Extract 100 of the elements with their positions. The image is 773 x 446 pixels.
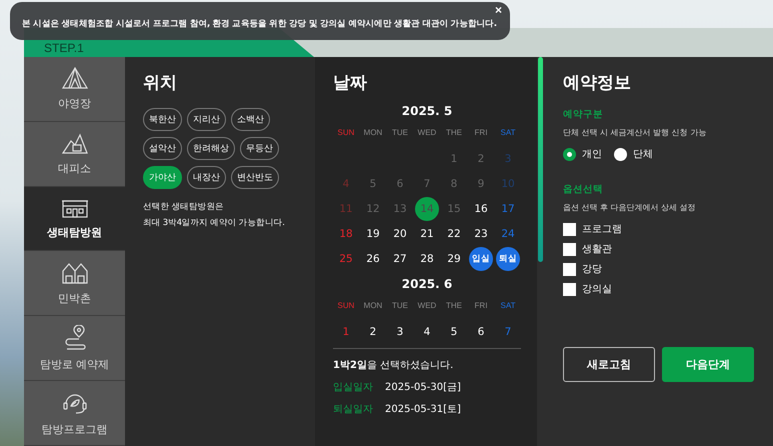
location-chip[interactable]: 설악산: [143, 137, 182, 160]
month-title: 2025. 5: [400, 104, 454, 118]
calendar-day: 10: [496, 172, 520, 196]
weekday-label: SUN: [336, 128, 356, 139]
calendar-day[interactable]: 26: [361, 247, 385, 271]
sidebar-item[interactable]: 민박촌: [24, 251, 125, 316]
weekday-label: SAT: [500, 301, 516, 312]
group-hint: 옵션 선택 후 다음단계에서 상세 설정: [563, 202, 697, 213]
checkbox[interactable]: [563, 282, 576, 296]
month-title: 2025. 6: [400, 277, 454, 291]
calendar-day: 9: [469, 172, 493, 196]
calendar-day: 7: [415, 172, 439, 196]
weekday-label: FRI: [474, 128, 488, 139]
date-value: 2025-05-30[금]: [385, 381, 461, 394]
calendar-day[interactable]: 19: [361, 222, 385, 246]
date-label: 입실일자: [333, 381, 373, 394]
calendar-day: 13: [388, 197, 412, 221]
radio-icon[interactable]: [614, 148, 627, 160]
date-value: 2025-05-31[토]: [385, 403, 461, 416]
calendar-day[interactable]: 3: [388, 320, 412, 344]
calendar-day[interactable]: 5: [442, 320, 466, 344]
weekday-label: THE: [445, 128, 463, 139]
location-chip[interactable]: 무등산: [240, 137, 279, 160]
checkbox[interactable]: [563, 262, 576, 276]
sidebar-item[interactable]: 탐방로 예약제: [24, 316, 125, 382]
checkbox-option[interactable]: 강의실: [563, 282, 755, 296]
location-note: 선택한 생태탐방원은 최대 3박4일까지 예약이 가능합니다.: [143, 201, 285, 230]
section-title: 예약정보: [563, 72, 632, 94]
calendar-day[interactable]: 22: [442, 222, 466, 246]
scrollbar-thumb[interactable]: [538, 57, 543, 262]
weekday-label: THE: [445, 301, 463, 312]
calendar-day[interactable]: 21: [415, 222, 439, 246]
calendar-day: 15: [442, 197, 466, 221]
calendar-day[interactable]: 29: [442, 247, 466, 271]
weekday-label: FRI: [474, 301, 488, 312]
sidebar-item-label: 생태탐방원: [47, 225, 102, 240]
calendar-day: 2: [469, 147, 493, 171]
checkbox[interactable]: [563, 222, 576, 236]
group-label: 옵션선택: [563, 183, 604, 196]
section-title: 위치: [143, 72, 178, 94]
calendar-day[interactable]: 27: [388, 247, 412, 271]
calendar-day[interactable]: 20: [388, 222, 412, 246]
radio-icon[interactable]: [563, 148, 576, 160]
calendar-day[interactable]: 6: [469, 320, 493, 344]
section-title: 날짜: [333, 72, 368, 94]
radio-option[interactable]: 단체: [614, 147, 653, 161]
location-chip[interactable]: 변산반도: [231, 166, 279, 189]
checkbox[interactable]: [563, 242, 576, 256]
calendar-day: 3: [496, 147, 520, 171]
weekday-label: MON: [362, 301, 384, 312]
calendar-day: 1: [442, 147, 466, 171]
weekday-label: TUE: [391, 301, 409, 312]
location-chip[interactable]: 소백산: [231, 108, 270, 131]
notice-text: 본 시설은 생태체험조합 시설로서 프로그램 참여, 환경 교육등을 위한 강당 및 강의실 예약시에만 생활관 대관이 가능합니다.: [22, 18, 497, 30]
sidebar-item-label: 민박촌: [58, 290, 91, 306]
weekday-label: SUN: [336, 301, 356, 312]
date-label: 퇴실일자: [333, 403, 373, 416]
close-button[interactable]: ×: [494, 4, 502, 16]
weekday-label: MON: [362, 128, 384, 139]
calendar-day: 6: [388, 172, 412, 196]
calendar-day[interactable]: 2: [361, 320, 385, 344]
tent-icon: [60, 66, 88, 90]
calendar-day: 5: [361, 172, 385, 196]
calendar-day[interactable]: 4: [415, 320, 439, 344]
group-label: 예약구분: [563, 108, 604, 121]
location-chip[interactable]: 내장산: [187, 166, 226, 189]
calendar-day: 14: [415, 197, 439, 221]
houses-icon: [60, 260, 88, 285]
mountain-hut-icon: [60, 131, 88, 156]
sidebar-item[interactable]: 생태탐방원: [24, 186, 125, 252]
sidebar-item-label: 대피소: [58, 161, 91, 176]
weekday-label: TUE: [391, 128, 409, 139]
calendar-day[interactable]: 16: [469, 197, 493, 221]
stay-summary: 1박2일을 선택하셨습니다.: [333, 360, 454, 371]
radio-option[interactable]: 개인: [563, 147, 602, 161]
weekday-label: SAT: [500, 128, 516, 139]
calendar-day: 11: [334, 197, 358, 221]
sidebar-item[interactable]: 대피소: [24, 122, 125, 187]
sidebar-item[interactable]: 탐방프로그램: [24, 381, 125, 446]
sidebar-item-label: 탐방로 예약제: [40, 356, 110, 372]
calendar-day: 12: [361, 197, 385, 221]
calendar-day[interactable]: 28: [415, 247, 439, 271]
checkbox-option[interactable]: 프로그램: [563, 222, 755, 236]
sidebar-item[interactable]: 야영장: [24, 57, 125, 122]
sidebar-item-label: 탐방프로그램: [42, 422, 108, 437]
location-chip[interactable]: 한려해상: [187, 137, 235, 160]
checkbox-option[interactable]: 강당: [563, 262, 755, 276]
weekday-label: WED: [416, 301, 438, 312]
calendar-day[interactable]: 입실: [469, 247, 493, 271]
calendar-day: 4: [334, 172, 358, 196]
location-chip[interactable]: 북한산: [143, 108, 182, 131]
calendar-day: 8: [442, 172, 466, 196]
location-chip[interactable]: 지리산: [187, 108, 226, 131]
checkbox-option[interactable]: 생활관: [563, 242, 755, 256]
refresh-button[interactable]: 새로고침: [563, 347, 655, 382]
group-hint: 단체 선택 시 세금계산서 발행 신청 가능: [563, 127, 708, 138]
calendar-day[interactable]: 23: [469, 222, 493, 246]
weekday-label: WED: [416, 128, 438, 139]
calendar-day[interactable]: 퇴실: [496, 247, 520, 271]
sidebar-item-label: 야영장: [58, 96, 91, 112]
